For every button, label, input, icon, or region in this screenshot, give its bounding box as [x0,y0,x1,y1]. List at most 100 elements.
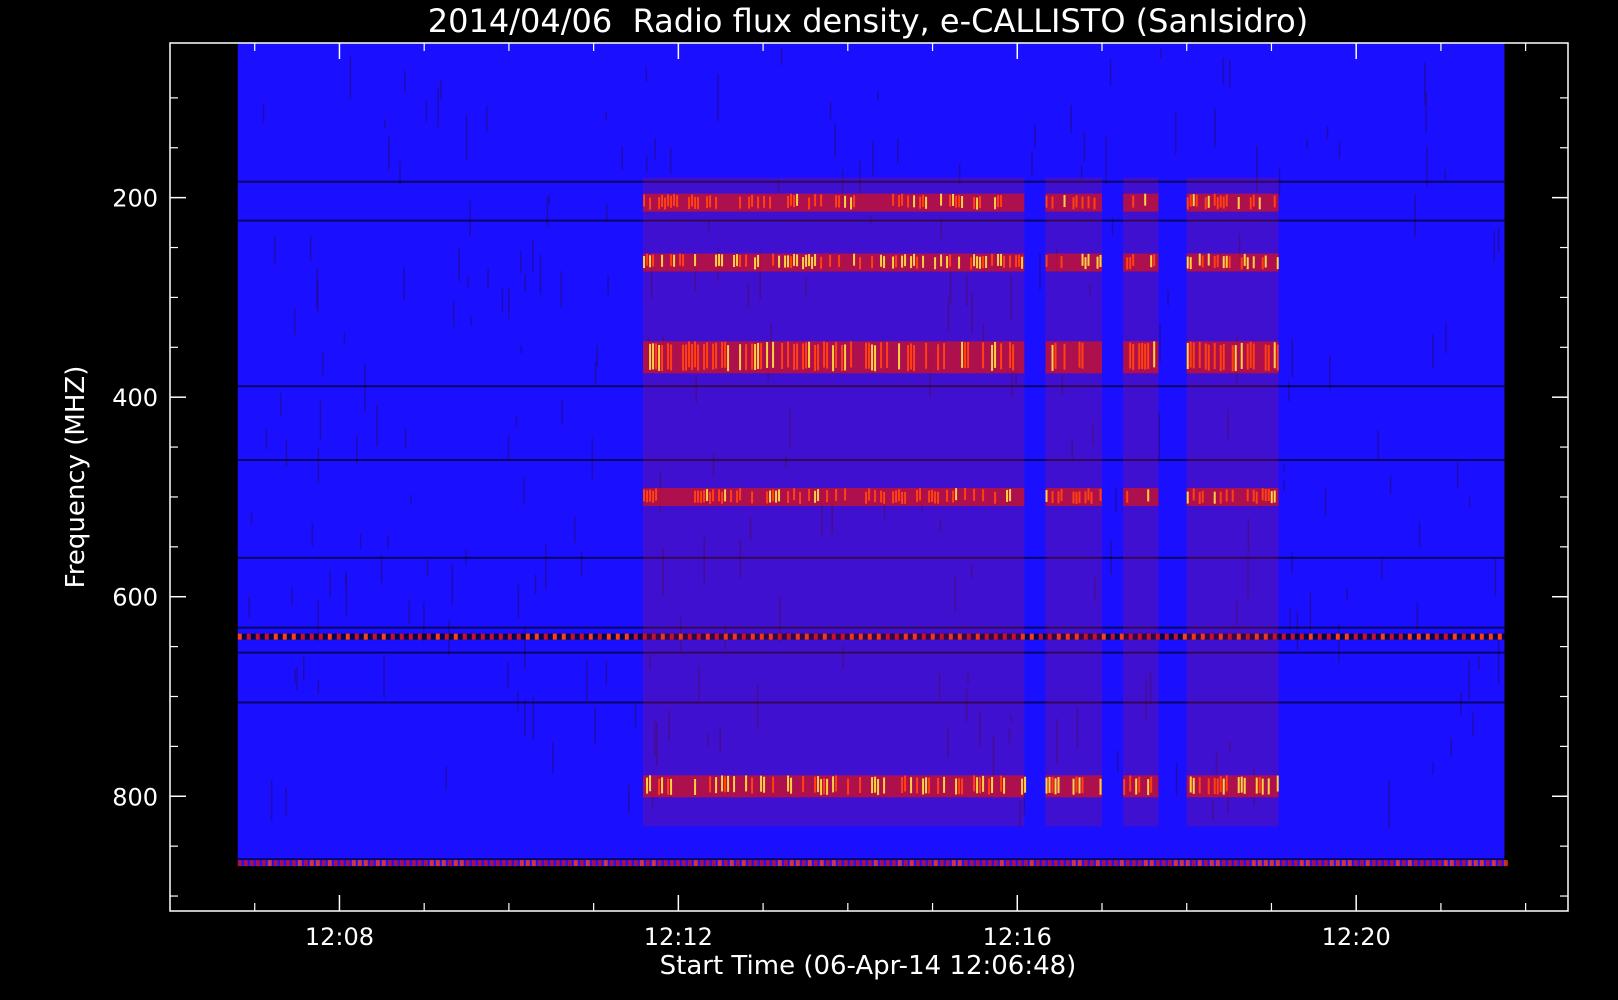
emission-stripe [1126,490,1129,503]
edge-noise [447,860,452,867]
emission-stripe [694,490,697,503]
x-tick-label: 12:20 [1322,923,1391,951]
edge-noise [237,860,242,867]
noise-streak [1116,750,1119,773]
edge-noise [1089,860,1094,867]
noise-streak [1468,497,1471,507]
interference-dash [327,633,332,640]
emission-stripe [844,344,847,371]
emission-stripe [1261,778,1264,795]
edge-noise [1431,860,1436,867]
emission-stripe [724,341,727,368]
emission-stripe [1231,489,1234,502]
emission-stripe [1264,255,1267,268]
noise-streak [426,558,429,577]
edge-noise [813,860,818,867]
emission-stripe [916,256,919,269]
emission-stripe [961,195,964,208]
emission-stripe [886,341,889,368]
emission-stripe [733,255,736,268]
emission-stripe [952,490,955,503]
emission-stripe [646,777,649,794]
emission-stripe [934,491,937,504]
noise-streak [523,476,525,504]
emission-stripe [754,257,757,270]
emission-stripe [778,489,781,502]
noise-streak [1158,412,1161,460]
noise-streak [520,250,522,273]
edge-noise [1053,860,1058,867]
emission-stripe [1192,777,1195,794]
edge-noise [1233,860,1238,867]
emission-stripe [859,777,862,794]
emission-stripe [958,256,961,269]
interference-dash [1101,633,1106,640]
noise-streak [591,438,594,480]
emission-stripe [1051,196,1054,209]
emission-stripe [1081,777,1084,794]
interference-dash [597,633,602,640]
edge-noise [957,860,962,867]
emission-stripe [1186,256,1189,269]
emission-stripe [649,489,652,502]
noise-streak [383,655,385,698]
edge-noise [1491,860,1496,867]
emission-stripe [787,341,790,368]
edge-noise [1143,860,1148,867]
edge-noise [423,860,428,867]
emission-stripe [1084,257,1087,270]
edge-noise [1359,860,1364,867]
emission-stripe [655,343,658,370]
interference-dash [1335,633,1340,640]
edge-noise [1485,860,1490,867]
emission-stripe [691,344,694,371]
noise-streak [645,66,648,82]
emission-stripe [721,775,724,792]
noise-streak [486,105,488,133]
edge-noise [939,860,944,867]
emission-stripe [1219,345,1222,372]
emission-stripe [661,345,664,372]
emission-stripe [1000,194,1003,207]
emission-stripe [1009,489,1012,502]
emission-stripe [823,341,826,368]
emission-stripe [1240,257,1243,270]
emission-stripe [994,197,997,210]
interference-dash [1344,633,1349,640]
edge-noise [597,860,602,867]
emission-stripe [955,778,958,795]
noise-streak [1105,136,1107,184]
edge-noise [1407,860,1412,867]
emission-stripe [709,491,712,504]
emission-stripe [1141,343,1144,370]
emission-stripe [670,254,673,267]
interference-dash [543,633,548,640]
noise-streak [1080,164,1083,180]
interference-dash [336,633,341,640]
emission-stripe [1006,489,1009,502]
emission-stripe [958,195,961,208]
emission-stripe [700,490,703,503]
emission-stripe [1201,490,1204,503]
edge-noise [903,860,908,867]
edge-noise [453,860,458,867]
interference-dash [453,633,458,640]
emission-stripe [679,253,682,266]
emission-stripe [826,342,829,369]
emission-stripe [1246,489,1249,502]
edge-noise [1293,860,1298,867]
edge-noise [771,860,776,867]
emission-stripe [1003,255,1006,268]
edge-noise [819,860,824,867]
noise-streak [1338,624,1340,663]
emission-stripe [1087,196,1090,209]
edge-noise [567,860,572,867]
emission-stripe [1207,195,1210,208]
edge-noise [729,860,734,867]
emission-stripe [832,776,835,793]
x-axis-label: Start Time (06-Apr-14 12:06:48) [660,951,1077,981]
interference-dash [237,633,242,640]
noise-streak [1326,126,1329,139]
noise-streak [560,270,563,308]
interference-dash [291,633,296,640]
